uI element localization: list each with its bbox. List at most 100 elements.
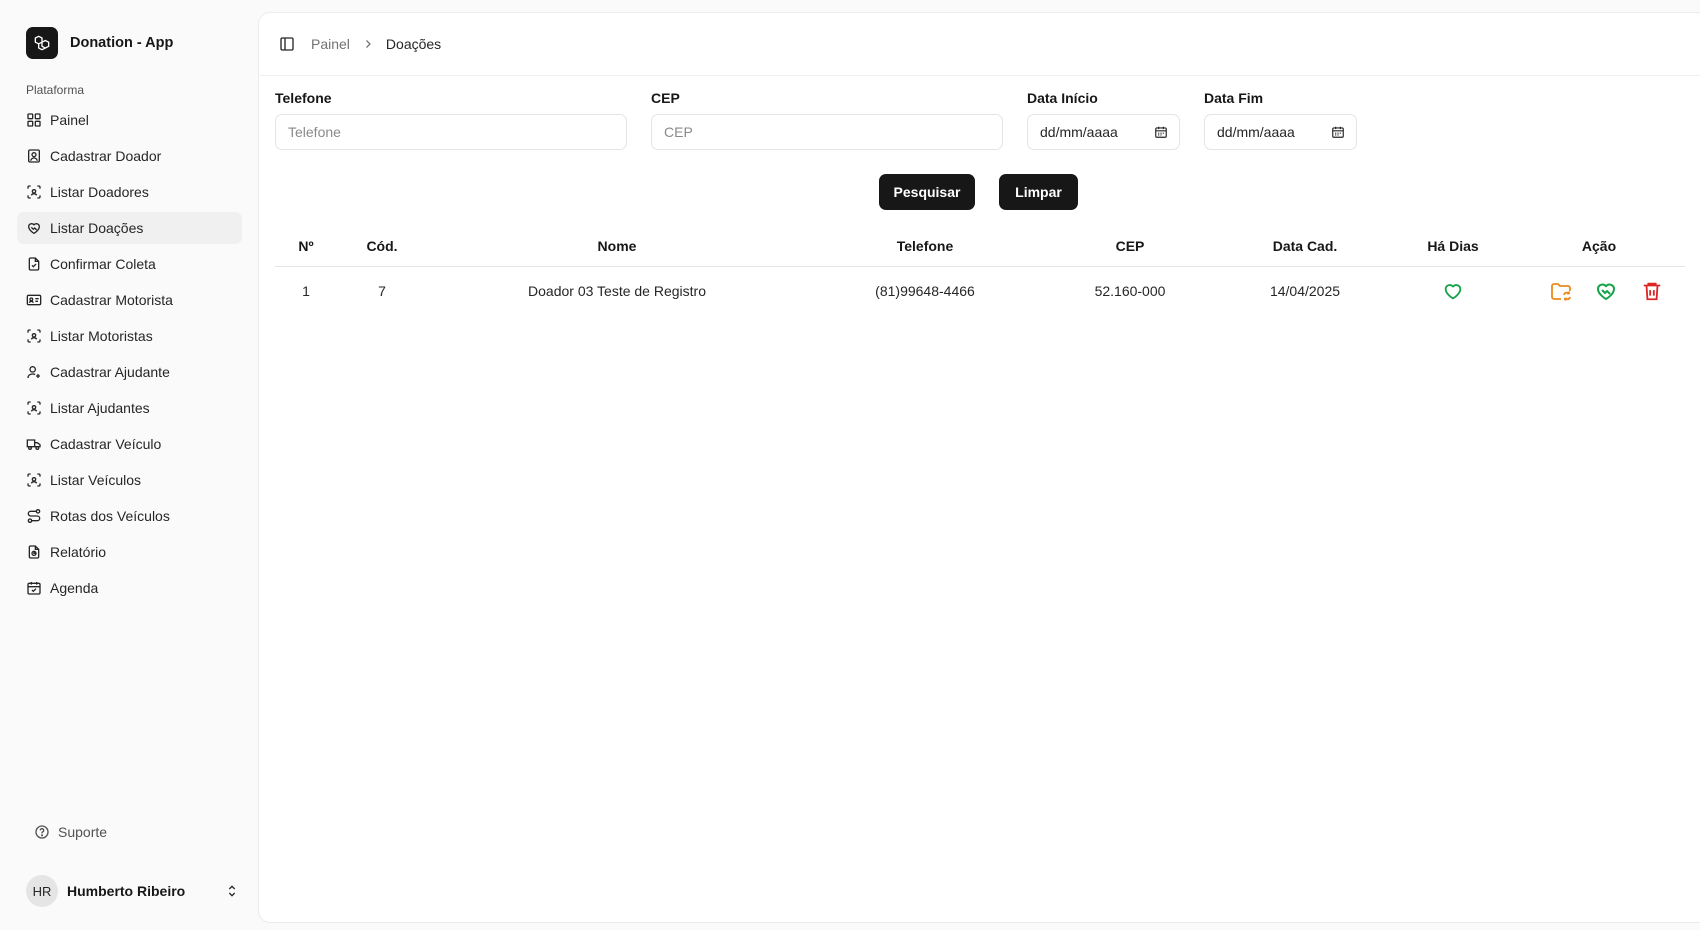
- avatar: HR: [26, 875, 58, 907]
- edit-folder-button[interactable]: [1549, 267, 1573, 315]
- cep-filter: CEP CEP: [651, 90, 1003, 150]
- confirm-donation-button[interactable]: [1594, 267, 1618, 315]
- sidebar-item-label: Painel: [50, 112, 89, 128]
- cell-telefone: (81)99648-4466: [875, 283, 975, 299]
- trash-icon: [1643, 282, 1661, 301]
- sidebar-item-painel[interactable]: Painel: [17, 104, 242, 136]
- sidebar-item-label: Agenda: [50, 580, 99, 596]
- sidebar-section-label: Plataforma: [26, 83, 85, 97]
- sidebar-item-label: Relatório: [50, 544, 107, 560]
- cep-input[interactable]: CEP: [651, 114, 1003, 150]
- sidebar-item-label: Confirmar Coleta: [50, 256, 156, 272]
- sidebar-item-agenda[interactable]: Agenda: [17, 572, 242, 604]
- data-fim-label: Data Fim: [1204, 90, 1264, 106]
- sidebar-item-label: Listar Doações: [50, 220, 144, 236]
- data-fim-filter: Data Fim dd/mm/aaaa: [1204, 90, 1357, 150]
- grid-icon: [27, 113, 41, 127]
- sidebar-item-listar-doadores[interactable]: Listar Doadores: [17, 176, 242, 208]
- calendar-icon[interactable]: [1154, 125, 1168, 139]
- support-link[interactable]: Suporte: [34, 824, 107, 840]
- data-inicio-label: Data Início: [1027, 90, 1098, 106]
- clear-button[interactable]: Limpar: [999, 174, 1078, 210]
- sidebar-item-listar-ajudantes[interactable]: Listar Ajudantes: [17, 392, 242, 424]
- data-fim-input[interactable]: dd/mm/aaaa: [1204, 114, 1357, 150]
- sidebar-item-cadastrar-doador[interactable]: Cadastrar Doador: [17, 140, 242, 172]
- sidebar-item-label: Cadastrar Motorista: [50, 292, 173, 308]
- main-panel: Painel Doações Telefone Telefone CEP CEP…: [258, 12, 1700, 923]
- chevron-right-icon: [362, 38, 374, 50]
- telefone-placeholder: Telefone: [288, 124, 341, 140]
- sidebar-item-label: Listar Doadores: [50, 184, 149, 200]
- user-square-icon: [28, 149, 40, 163]
- sidebar-item-listar-doacoes[interactable]: Listar Doações: [17, 212, 242, 244]
- data-fim-value: dd/mm/aaaa: [1217, 124, 1295, 140]
- breadcrumb-current: Doações: [385, 36, 442, 52]
- col-header-numero: Nº: [298, 238, 314, 254]
- scan-user-icon: [27, 185, 41, 199]
- sidebar-item-label: Cadastrar Veículo: [50, 436, 162, 452]
- calendar-check-icon: [27, 582, 41, 595]
- support-label: Suporte: [58, 824, 108, 840]
- cell-codigo: 7: [378, 283, 386, 299]
- user-menu[interactable]: HR Humberto Ribeiro: [26, 875, 240, 907]
- truck-icon: [26, 439, 41, 450]
- sidebar-item-confirmar-coleta[interactable]: Confirmar Coleta: [17, 248, 242, 280]
- sidebar-item-cadastrar-veiculo[interactable]: Cadastrar Veículo: [17, 428, 242, 460]
- brand[interactable]: Donation - App: [26, 27, 173, 59]
- app-logo-icon: [26, 27, 58, 59]
- data-inicio-filter: Data Início dd/mm/aaaa: [1027, 90, 1180, 150]
- search-button[interactable]: Pesquisar: [879, 174, 975, 210]
- id-card-icon: [26, 294, 42, 306]
- cep-label: CEP: [651, 90, 680, 106]
- col-header-nome: Nome: [597, 238, 637, 254]
- sidebar-item-listar-veiculos[interactable]: Listar Veículos: [17, 464, 242, 496]
- file-check-icon: [28, 257, 40, 271]
- sidebar-item-label: Listar Ajudantes: [50, 400, 150, 416]
- sidebar: Donation - App Plataforma Painel Cadastr…: [0, 0, 258, 930]
- table-row: 1 7 Doador 03 Teste de Registro (81)9964…: [275, 267, 1685, 315]
- heart-icon: [1444, 284, 1462, 300]
- folder-sync-icon: [1551, 283, 1571, 301]
- col-header-acao: Ação: [1581, 238, 1617, 254]
- col-header-cep: CEP: [1115, 238, 1145, 254]
- help-circle-icon: [35, 825, 49, 839]
- cell-nome: Doador 03 Teste de Registro: [528, 283, 706, 299]
- telefone-input[interactable]: Telefone: [275, 114, 627, 150]
- sidebar-item-listar-motoristas[interactable]: Listar Motoristas: [17, 320, 242, 352]
- sidebar-item-rotas-dos-veiculos[interactable]: Rotas dos Veículos: [17, 500, 242, 532]
- cep-placeholder: CEP: [664, 124, 693, 140]
- breadcrumb-root[interactable]: Painel: [311, 36, 350, 52]
- handshake-heart-icon: [28, 223, 40, 234]
- calendar-icon[interactable]: [1331, 125, 1345, 139]
- data-inicio-value: dd/mm/aaaa: [1040, 124, 1118, 140]
- file-chart-icon: [28, 545, 40, 559]
- sidebar-item-label: Listar Veículos: [50, 472, 142, 488]
- col-header-codigo: Cód.: [366, 238, 398, 254]
- user-name: Humberto Ribeiro: [67, 883, 186, 899]
- chevrons-up-down-icon[interactable]: [224, 883, 240, 904]
- col-header-ha-dias: Há Dias: [1427, 238, 1479, 254]
- handshake-heart-icon: [1597, 283, 1615, 300]
- data-inicio-input[interactable]: dd/mm/aaaa: [1027, 114, 1180, 150]
- scan-user-icon: [27, 329, 41, 343]
- cell-cep: 52.160-000: [1094, 283, 1166, 299]
- scan-user-icon: [27, 473, 41, 487]
- sidebar-item-label: Cadastrar Doador: [50, 148, 162, 164]
- sidebar-item-relatorio[interactable]: Relatório: [17, 536, 242, 568]
- sidebar-item-label: Listar Motoristas: [50, 328, 153, 344]
- donations-table: Nº Cód. Nome Telefone CEP Data Cad. Há D…: [275, 225, 1685, 315]
- app-name: Donation - App: [70, 35, 174, 51]
- sidebar-item-cadastrar-ajudante[interactable]: Cadastrar Ajudante: [17, 356, 242, 388]
- telefone-label: Telefone: [275, 90, 332, 106]
- cell-ha-dias: [1442, 267, 1464, 315]
- route-icon: [27, 509, 41, 523]
- sidebar-item-label: Rotas dos Veículos: [50, 508, 170, 524]
- delete-button[interactable]: [1641, 267, 1663, 315]
- sidebar-toggle-icon[interactable]: [279, 36, 295, 52]
- cell-data-cad: 14/04/2025: [1269, 283, 1341, 299]
- sidebar-item-cadastrar-motorista[interactable]: Cadastrar Motorista: [17, 284, 242, 316]
- sidebar-item-label: Cadastrar Ajudante: [50, 364, 170, 380]
- telefone-filter: Telefone Telefone: [275, 90, 627, 150]
- table-header: Nº Cód. Nome Telefone CEP Data Cad. Há D…: [275, 225, 1685, 267]
- sidebar-nav: Painel Cadastrar Doador Listar Doadores …: [17, 104, 242, 608]
